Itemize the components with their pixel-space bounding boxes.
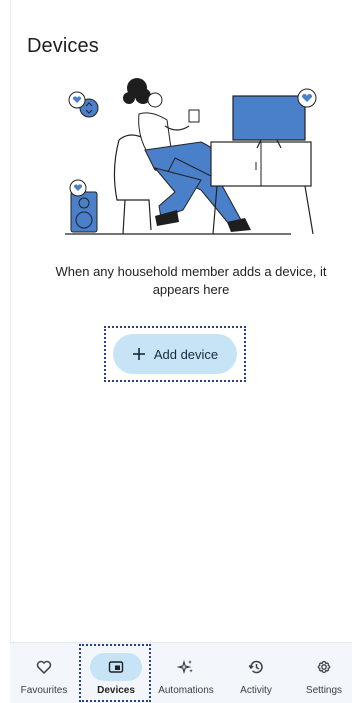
- nav-label-devices: Devices: [97, 685, 135, 696]
- heart-icon: [36, 660, 52, 674]
- nav-label-activity: Activity: [240, 685, 272, 696]
- history-icon: [248, 660, 263, 674]
- empty-state-message: When any household member adds a device,…: [55, 264, 327, 297]
- devices-icon: [108, 661, 124, 673]
- nav-item-devices[interactable]: Devices: [80, 643, 152, 703]
- nav-item-favourites[interactable]: Favourites: [8, 643, 80, 703]
- gear-icon: [317, 660, 331, 673]
- nav-item-automations[interactable]: Automations: [150, 643, 222, 703]
- nav-item-settings[interactable]: Settings: [288, 643, 352, 703]
- bottom-navigation: Favourites Devices Automations Activity …: [10, 642, 352, 703]
- nav-label-settings: Settings: [305, 685, 343, 696]
- nav-item-activity[interactable]: Activity: [220, 643, 292, 703]
- plus-icon: [132, 348, 145, 360]
- empty-devices-illustration: [65, 78, 317, 235]
- add-device-button[interactable]: Add device: [113, 334, 237, 374]
- nav-label-automations: Automations: [158, 685, 214, 696]
- nav-label-favourites: Favourites: [20, 685, 68, 696]
- add-device-label: Add device: [153, 346, 219, 362]
- sparkle-icon: [177, 659, 193, 675]
- page-title: Devices: [27, 35, 99, 57]
